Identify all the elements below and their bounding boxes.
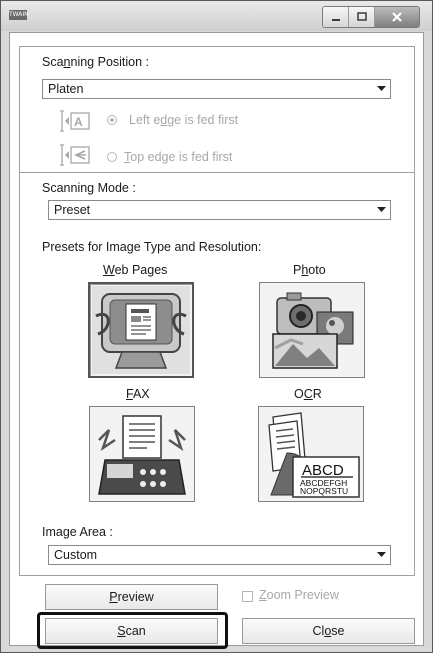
fax-preset-button[interactable] — [89, 406, 195, 502]
zoom-preview-label: Zoom Preview — [259, 588, 339, 602]
scanning-mode-select[interactable]: Preset — [48, 200, 391, 220]
ocr-preset-button[interactable]: ABCD ABCDEFGH NOPQRSTU — [258, 406, 364, 502]
scanning-position-label: Scanning Position : — [42, 55, 150, 69]
web-pages-label: Web Pages — [103, 263, 168, 277]
image-area-value: Custom — [54, 548, 98, 562]
close-button[interactable]: Close — [242, 618, 415, 644]
twain-app-icon: TWAIN — [9, 10, 29, 20]
photo-label: Photo — [293, 263, 326, 277]
top-edge-radio[interactable] — [107, 152, 117, 162]
ocr-label: OCR — [294, 387, 322, 401]
maximize-icon — [356, 12, 367, 21]
maximize-button[interactable] — [349, 7, 375, 27]
dropdown-arrow-icon — [372, 80, 390, 98]
scanning-position-select[interactable]: Platen — [42, 79, 391, 99]
dropdown-arrow-icon — [372, 201, 390, 219]
web-pages-icon — [92, 286, 190, 374]
scan-button[interactable]: Scan — [45, 618, 218, 644]
dropdown-arrow-icon — [372, 546, 390, 564]
web-pages-preset-button[interactable] — [88, 282, 194, 378]
preview-button[interactable]: Preview — [45, 584, 218, 610]
scanning-position-value: Platen — [48, 82, 84, 96]
ocr-icon: ABCD ABCDEFGH NOPQRSTU — [261, 409, 361, 499]
scan-button-label: Scan — [117, 624, 146, 638]
image-area-label: Image Area : — [42, 525, 113, 539]
photo-preset-button[interactable] — [259, 282, 365, 378]
presets-label: Presets for Image Type and Resolution: — [42, 240, 262, 254]
minimize-icon — [331, 19, 340, 21]
svg-text:A: A — [74, 115, 83, 129]
preview-button-label: Preview — [109, 590, 154, 604]
twain-scan-dialog: TWAIN Scanning Position : Platen A Left … — [0, 0, 433, 653]
top-edge-feed-icon — [60, 144, 90, 166]
scanning-mode-label: Scanning Mode : — [42, 181, 136, 195]
close-button-label: Close — [312, 624, 345, 638]
title-bar[interactable]: TWAIN — [1, 1, 432, 31]
left-edge-label: Left edge is fed first — [129, 113, 239, 127]
top-edge-label: Top edge is fed first — [124, 150, 233, 164]
left-edge-feed-icon: A — [60, 110, 90, 132]
close-window-button[interactable] — [375, 7, 419, 27]
scanning-mode-value: Preset — [54, 203, 91, 217]
image-area-select[interactable]: Custom — [48, 545, 391, 565]
close-icon — [392, 12, 402, 22]
photo-icon — [263, 286, 361, 374]
fax-label: FAX — [126, 387, 150, 401]
fax-icon — [93, 410, 191, 498]
left-edge-radio[interactable] — [107, 115, 117, 125]
ocr-art-line-3: NOPQRSTU — [300, 486, 348, 496]
minimize-button[interactable] — [323, 7, 349, 27]
zoom-preview-checkbox[interactable] — [242, 591, 253, 602]
caption-buttons — [322, 6, 420, 28]
